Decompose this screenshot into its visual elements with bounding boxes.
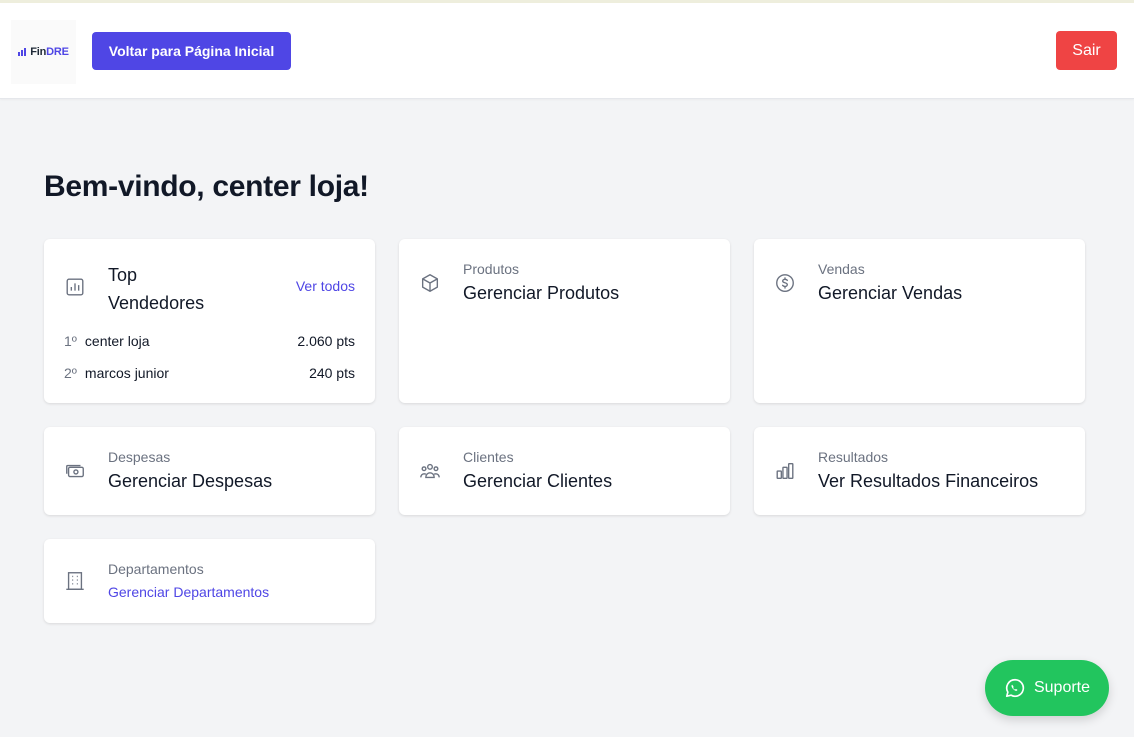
logout-button[interactable]: Sair [1056,31,1117,70]
home-button[interactable]: Voltar para Página Inicial [92,32,291,70]
manage-departments-link[interactable]: Gerenciar Departamentos [108,584,269,600]
app-logo[interactable]: FinDRE [11,20,76,84]
page-title: Bem-vindo, center loja! [44,170,369,203]
chart-bar-icon [774,460,796,482]
logo-bars-icon [18,48,27,56]
top-sellers-title: Top Vendedores [108,265,205,313]
whatsapp-icon [1004,677,1026,699]
departments-card[interactable]: Departamentos Gerenciar Departamentos [44,539,375,623]
cash-icon [64,460,86,482]
users-icon [419,460,441,482]
card-title: Gerenciar Vendas [818,283,963,303]
support-button[interactable]: Suporte [985,660,1109,716]
clients-card[interactable]: Clientes Gerenciar Clientes [399,427,730,515]
card-label: Clientes [463,449,514,465]
expenses-card[interactable]: Despesas Gerenciar Despesas [44,427,375,515]
support-label: Suporte [1033,679,1091,696]
card-title: Gerenciar Despesas [108,471,273,491]
card-label: Vendas [818,261,865,277]
building-icon [64,570,86,592]
card-label: Produtos [463,261,520,277]
logo-text: FinDRE [30,46,69,58]
card-label: Departamentos [108,561,204,577]
bar-chart-icon [64,276,86,298]
card-title: Gerenciar Clientes [463,471,613,491]
card-label: Resultados [818,449,889,465]
cube-icon [419,272,441,294]
products-card[interactable]: Produtos Gerenciar Produtos [399,239,730,403]
dollar-circle-icon [774,272,796,294]
see-all-link[interactable]: Ver todos [296,278,355,294]
ranking-row: 1º center loja 2.060 pts [64,333,355,349]
card-title: Gerenciar Produtos [463,283,620,303]
top-sellers-card: Top Vendedores Ver todos 1º center loja 2… [44,239,375,403]
results-card[interactable]: Resultados Ver Resultados Financeiros [754,427,1085,515]
card-title: Ver Resultados Financeiros [818,471,1039,491]
ranking-row: 2º marcos junior 240 pts [64,365,355,381]
sales-card[interactable]: Vendas Gerenciar Vendas [754,239,1085,403]
card-label: Despesas [108,449,171,465]
app-header: FinDRE Voltar para Página Inicial Sair [0,3,1134,99]
